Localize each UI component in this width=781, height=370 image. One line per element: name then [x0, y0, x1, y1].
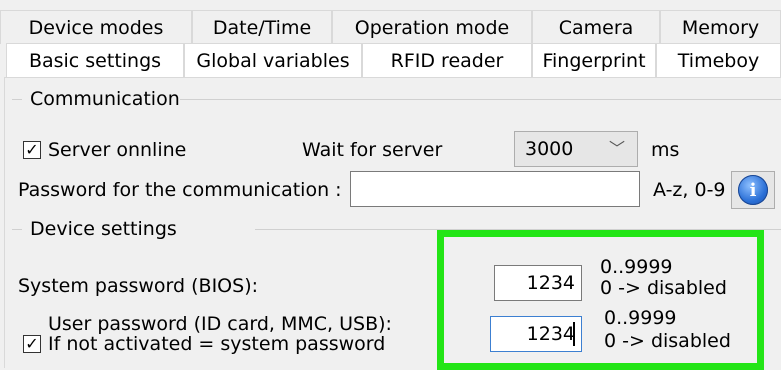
tab-label: RFID reader	[390, 49, 504, 72]
tab-device-modes[interactable]: Device modes	[0, 10, 192, 44]
tab-label: Memory	[681, 16, 760, 39]
tab-label: Timeboy	[677, 49, 760, 72]
tab-label: Camera	[558, 16, 634, 39]
checkmark-icon: ✓	[25, 334, 39, 353]
info-button[interactable]: i	[731, 171, 775, 209]
tab-date-time[interactable]: Date/Time	[192, 10, 332, 44]
tab-label: Date/Time	[212, 16, 312, 39]
tab-global-variables[interactable]: Global variables	[184, 43, 362, 77]
tab-operation-mode[interactable]: Operation mode	[332, 10, 532, 44]
group-border	[180, 99, 781, 100]
group-border	[12, 99, 22, 100]
device-settings-group-label: Device settings	[30, 218, 177, 240]
tab-fingerprint[interactable]: Fingerprint	[532, 43, 656, 77]
group-border	[12, 229, 22, 230]
checkmark-icon: ✓	[25, 140, 39, 159]
wait-for-server-value: 3000	[525, 138, 574, 160]
tab-label: Global variables	[196, 49, 350, 72]
tab-timeboy[interactable]: Timeboy	[656, 43, 781, 77]
password-communication-label: Password for the communication :	[18, 179, 342, 201]
system-password-label: System password (BIOS):	[18, 275, 259, 297]
password-communication-input[interactable]	[350, 171, 640, 207]
wait-unit-label: ms	[651, 139, 680, 161]
highlight-box	[437, 230, 764, 370]
user-password-checkbox[interactable]: ✓	[23, 335, 41, 353]
user-password-label[interactable]: User password (ID card, MMC, USB):	[48, 314, 392, 334]
tab-memory[interactable]: Memory	[660, 10, 781, 44]
wait-for-server-label: Wait for server	[302, 139, 443, 161]
tab-camera[interactable]: Camera	[532, 10, 660, 44]
user-password-sublabel: If not activated = system password	[48, 333, 386, 355]
server-online-label[interactable]: Server onnline	[48, 139, 186, 161]
chevron-down-icon: ﹀	[608, 139, 625, 158]
tab-label: Device modes	[28, 16, 164, 39]
info-icon: i	[738, 175, 768, 205]
tab-label: Fingerprint	[542, 49, 646, 72]
tab-rfid-reader[interactable]: RFID reader	[362, 43, 532, 77]
tab-label: Basic settings	[28, 49, 162, 72]
communication-group-label: Communication	[30, 88, 180, 110]
password-hint: A-z, 0-9	[653, 179, 726, 201]
tab-label: Operation mode	[354, 16, 510, 39]
server-online-checkbox[interactable]: ✓	[23, 141, 41, 159]
wait-for-server-select[interactable]: 3000 ﹀	[514, 131, 638, 167]
tab-basic-settings[interactable]: Basic settings	[6, 43, 184, 77]
